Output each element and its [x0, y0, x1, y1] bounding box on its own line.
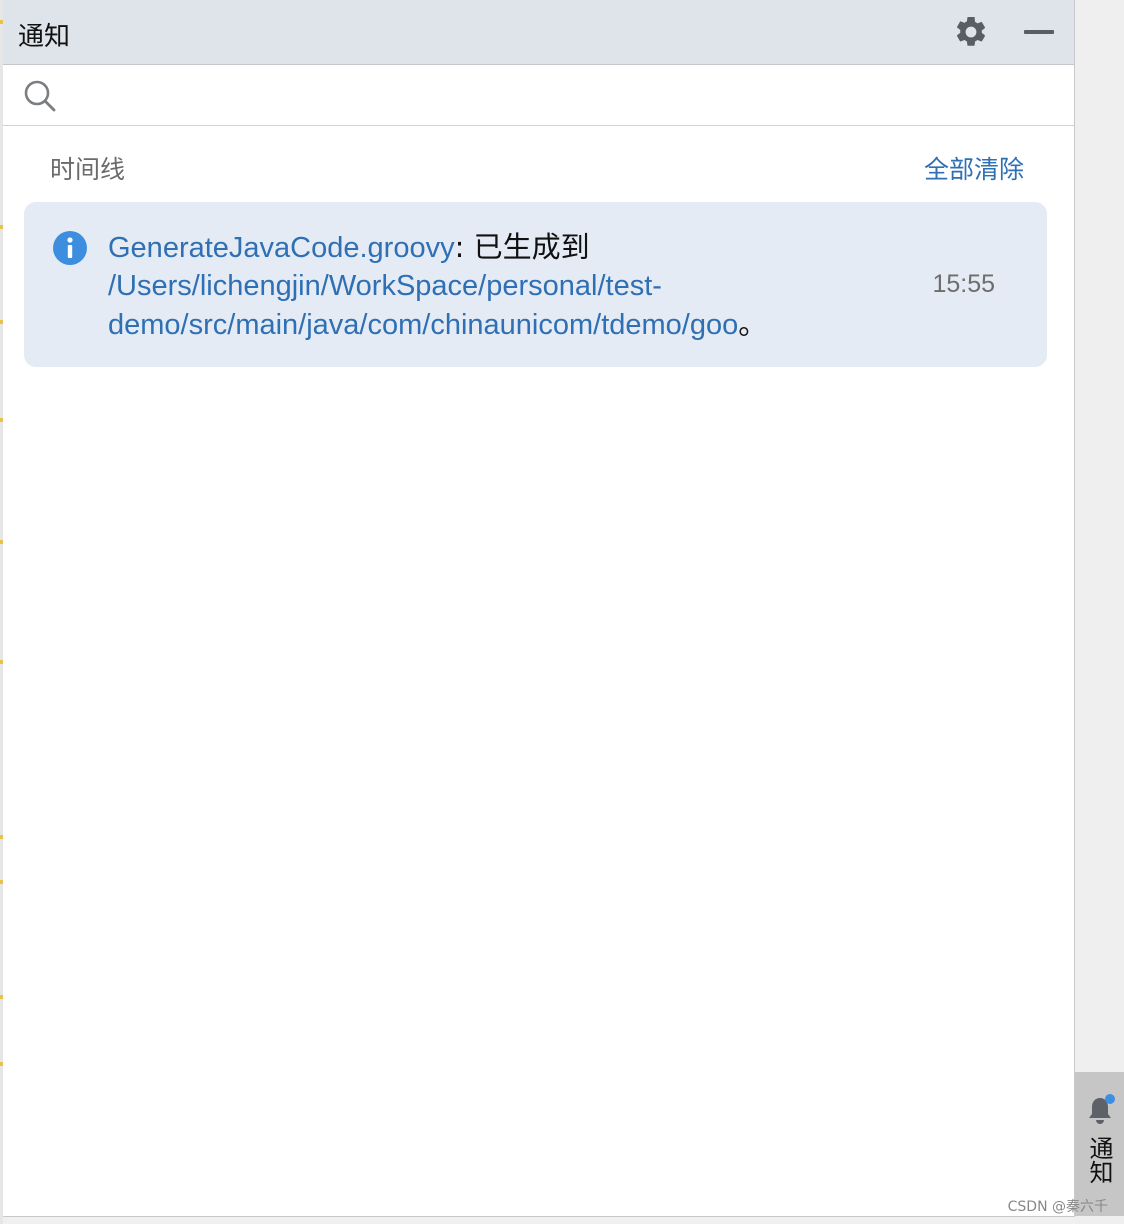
clear-all-link[interactable]: 全部清除	[924, 150, 1024, 186]
output-path-link[interactable]: /Users/lichengjin/WorkSpace/personal/tes…	[108, 270, 662, 302]
search-input[interactable]	[73, 75, 1057, 117]
right-tool-strip	[1075, 0, 1124, 1224]
search-bar	[3, 65, 1074, 126]
panel-title: 通知	[18, 22, 71, 52]
notification-card: GenerateJavaCode.groovy: 已生成到 /Users/lic…	[24, 202, 1047, 367]
message-end: 。	[738, 307, 768, 341]
message-text: : 已生成到	[454, 230, 590, 264]
output-path-link-continued[interactable]: demo/src/main/java/com/chinaunicom/tdemo…	[108, 309, 738, 341]
notifications-side-tab[interactable]: 通知	[1075, 1072, 1124, 1216]
gear-icon[interactable]	[953, 14, 989, 50]
bell-icon	[1085, 1094, 1115, 1128]
search-icon	[23, 79, 57, 113]
info-icon	[52, 230, 88, 266]
minimize-icon[interactable]	[1021, 18, 1057, 46]
watermark-text: CSDN @秦六千	[1007, 1199, 1108, 1215]
timeline-title: 时间线	[50, 155, 126, 184]
notification-message: GenerateJavaCode.groovy: 已生成到 /Users/lic…	[108, 228, 828, 344]
panel-titlebar: 通知	[3, 0, 1074, 65]
notifications-panel: 通知 时间线 全部清除 GenerateJavaCode.groovy: 已生成…	[3, 0, 1075, 1217]
timeline-header: 时间线 全部清除	[3, 126, 1074, 200]
source-file-link[interactable]: GenerateJavaCode.groovy	[108, 232, 455, 264]
side-tab-label: 通知	[1085, 1136, 1113, 1184]
notification-time: 15:55	[932, 270, 995, 298]
